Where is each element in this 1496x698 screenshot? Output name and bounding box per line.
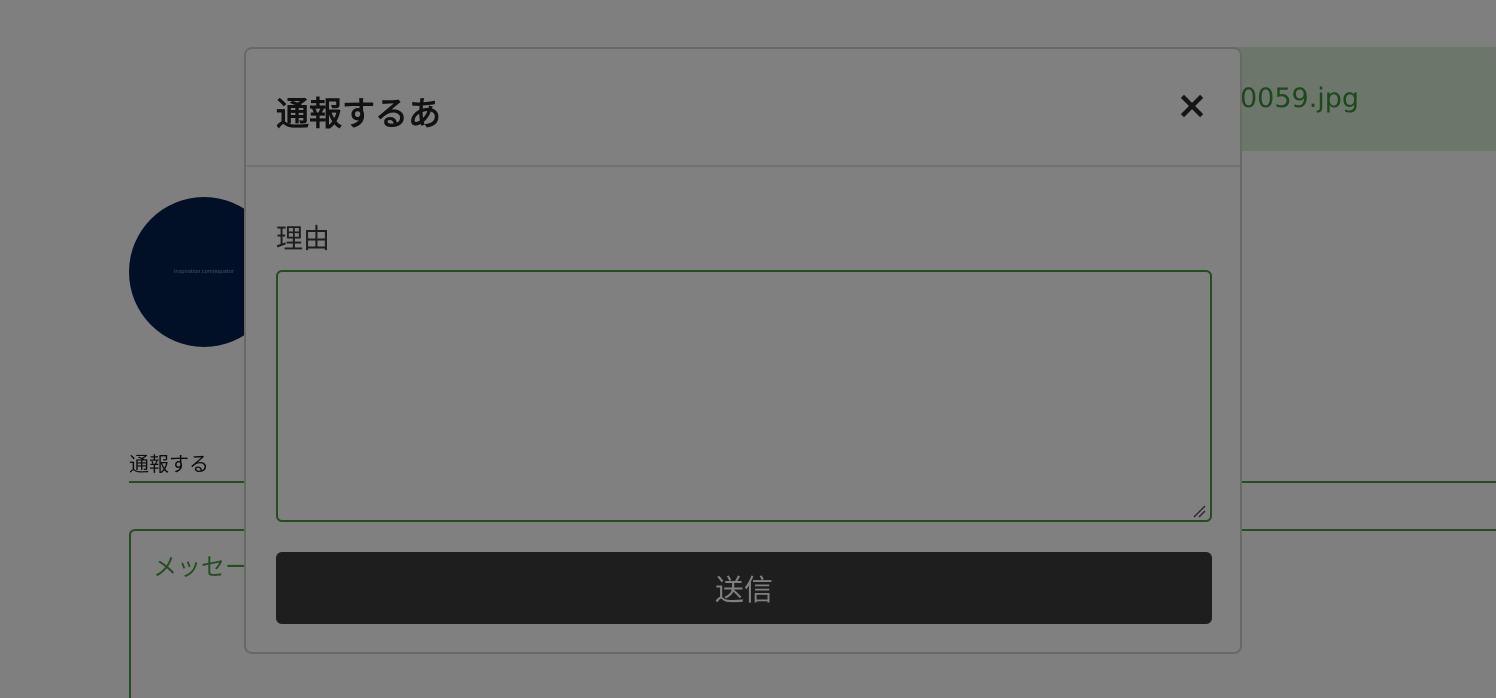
modal-title: 通報するあ: [276, 94, 441, 133]
reason-textarea[interactable]: [276, 270, 1212, 522]
submit-button[interactable]: 送信: [276, 552, 1212, 624]
reason-label: 理由: [276, 224, 330, 255]
resize-grip-icon[interactable]: [1192, 504, 1206, 518]
report-modal: 通報するあ × 理由 送信: [244, 47, 1242, 654]
close-icon[interactable]: ×: [1172, 83, 1212, 127]
modal-header: 通報するあ ×: [246, 49, 1240, 167]
